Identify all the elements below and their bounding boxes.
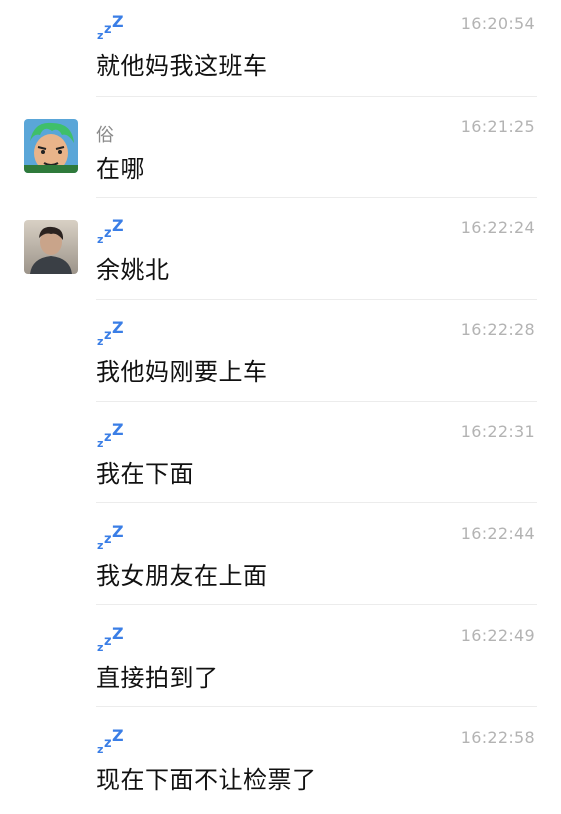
message-divider: [96, 502, 537, 503]
avatar[interactable]: [24, 220, 78, 274]
chat-message[interactable]: z z Z 16:22:49 直接拍到了: [0, 612, 561, 712]
zzz-icon: z z Z: [97, 12, 124, 42]
message-text: 我他妈刚要上车: [96, 358, 268, 386]
sender-zzz-icon: z z Z: [96, 420, 126, 450]
message-timestamp: 16:21:25: [460, 117, 535, 136]
svg-text:z: z: [104, 634, 112, 649]
zzz-icon: z z Z: [97, 318, 124, 348]
message-text: 我在下面: [96, 460, 194, 488]
message-text: 在哪: [96, 155, 145, 183]
svg-text:z: z: [104, 226, 112, 241]
sender-zzz-icon: z z Z: [96, 12, 126, 42]
zzz-icon: z z Z: [97, 216, 124, 246]
message-timestamp: 16:22:49: [460, 626, 535, 645]
message-divider: [96, 401, 537, 402]
svg-text:z: z: [104, 22, 112, 37]
chat-message[interactable]: z z Z 16:20:54 就他妈我这班车: [0, 0, 561, 100]
zzz-icon: z z Z: [97, 420, 124, 450]
sender-zzz-icon: z z Z: [96, 726, 126, 756]
message-divider: [96, 706, 537, 707]
svg-text:z: z: [97, 641, 103, 654]
photo-avatar: [24, 220, 78, 274]
svg-text:z: z: [104, 736, 112, 751]
sender-zzz-icon: z z Z: [96, 216, 126, 246]
message-divider: [96, 299, 537, 300]
message-text: 直接拍到了: [96, 664, 219, 692]
message-text: 现在下面不让检票了: [96, 766, 317, 794]
avatar[interactable]: [24, 119, 78, 173]
svg-text:z: z: [104, 430, 112, 445]
svg-text:Z: Z: [112, 726, 124, 745]
chat-message[interactable]: z z Z 16:22:58 现在下面不让检票了: [0, 714, 561, 814]
svg-text:Z: Z: [112, 318, 124, 337]
svg-text:Z: Z: [112, 420, 124, 439]
svg-text:Z: Z: [112, 624, 124, 643]
svg-text:z: z: [104, 532, 112, 547]
message-divider: [96, 96, 537, 97]
sender-zzz-icon: z z Z: [96, 318, 126, 348]
message-text: 我女朋友在上面: [96, 562, 268, 590]
svg-text:z: z: [97, 743, 103, 756]
message-divider: [96, 604, 537, 605]
svg-text:z: z: [104, 328, 112, 343]
sender-zzz-icon: z z Z: [96, 624, 126, 654]
svg-text:z: z: [97, 233, 103, 246]
sender-name: 俗: [96, 125, 114, 146]
svg-text:z: z: [97, 335, 103, 348]
chat-message[interactable]: z z Z 16:22:44 我女朋友在上面: [0, 510, 561, 610]
message-timestamp: 16:22:58: [460, 728, 535, 747]
message-timestamp: 16:20:54: [460, 14, 535, 33]
svg-text:z: z: [97, 29, 103, 42]
svg-text:z: z: [97, 539, 103, 552]
svg-text:Z: Z: [112, 522, 124, 541]
sender-zzz-icon: z z Z: [96, 522, 126, 552]
zzz-icon: z z Z: [97, 522, 124, 552]
chat-message-list: z z Z 16:20:54 就他妈我这班车 俗 16:21:25 在哪 z z…: [0, 0, 561, 800]
message-timestamp: 16:22:44: [460, 524, 535, 543]
message-divider: [96, 197, 537, 198]
message-timestamp: 16:22:28: [460, 320, 535, 339]
chat-message[interactable]: 俗 16:21:25 在哪: [0, 103, 561, 203]
message-text: 就他妈我这班车: [96, 52, 268, 80]
svg-text:Z: Z: [112, 12, 124, 31]
chat-message[interactable]: z z Z 16:22:24 余姚北: [0, 204, 561, 304]
message-text: 余姚北: [96, 256, 170, 284]
message-timestamp: 16:22:31: [460, 422, 535, 441]
zzz-icon: z z Z: [97, 726, 124, 756]
svg-text:Z: Z: [112, 216, 124, 235]
svg-text:z: z: [97, 437, 103, 450]
chat-message[interactable]: z z Z 16:22:31 我在下面: [0, 408, 561, 508]
zzz-icon: z z Z: [97, 624, 124, 654]
message-timestamp: 16:22:24: [460, 218, 535, 237]
chat-message[interactable]: z z Z 16:22:28 我他妈刚要上车: [0, 306, 561, 406]
cartoon-green-hair-avatar: [24, 119, 78, 173]
